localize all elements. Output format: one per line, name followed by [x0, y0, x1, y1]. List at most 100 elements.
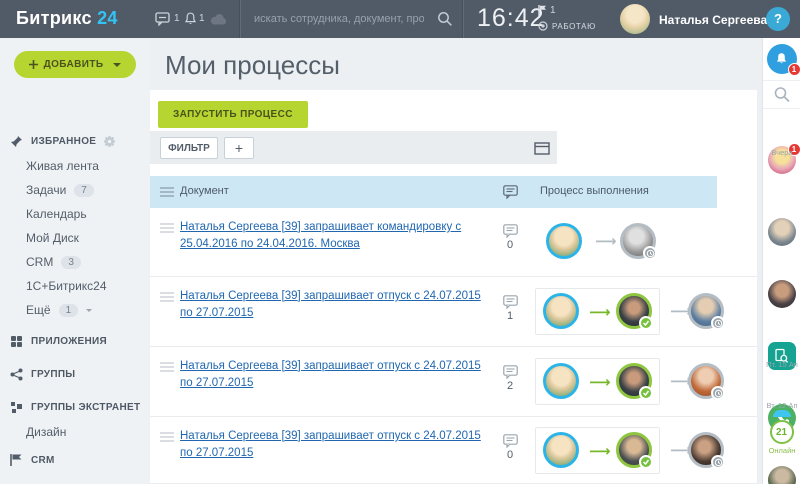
comment-count: 1: [507, 310, 513, 322]
comments-cell[interactable]: 2: [496, 365, 524, 392]
process-arrow-icon: ⟶: [595, 232, 617, 250]
grid-settings-icon[interactable]: [534, 142, 550, 155]
content-panel: ЗАПУСТИТЬ ПРОЦЕСС ФИЛЬТР + Документ Проц…: [150, 90, 757, 484]
item-label: Дизайн: [26, 425, 66, 439]
initiator-avatar[interactable]: [543, 363, 579, 399]
apps-header[interactable]: ПРИЛОЖЕНИЯ: [10, 335, 107, 348]
search-icon[interactable]: [437, 11, 453, 27]
status-label: РАБОТАЮ: [552, 22, 596, 31]
add-filter-button[interactable]: +: [224, 137, 254, 159]
recent-contact-avatar[interactable]: [768, 280, 796, 308]
pending-approver-avatar[interactable]: [688, 363, 724, 399]
crm-section-header[interactable]: CRM: [10, 454, 55, 466]
rail-label-friday: Пт. 15 Ап: [763, 360, 800, 369]
process-step-box: ⟶: [535, 288, 660, 335]
user-name[interactable]: Наталья Сергеева: [659, 13, 767, 27]
gear-icon[interactable]: [104, 136, 115, 147]
favorites-header[interactable]: ИЗБРАННОЕ: [10, 135, 115, 148]
topbar: Битрикс 24 1 1 16:42 1 РАБОТАЮ Наталья С…: [0, 0, 800, 38]
initiator-avatar[interactable]: [543, 293, 579, 329]
sidebar-item-live-feed[interactable]: Живая лента: [26, 159, 99, 173]
sidebar-item-crm[interactable]: CRM3: [26, 255, 81, 269]
comments-cell[interactable]: 0: [496, 434, 524, 461]
drag-handle-icon[interactable]: [160, 223, 174, 233]
left-sidebar: ДОБАВИТЬ ИЗБРАННОЕ Живая лента Задачи7 К…: [0, 38, 150, 484]
messenger-rail: 1 1 Вчера 24 Пт. 15 Ап Вт. 12 Ап 21 Онла…: [762, 38, 800, 484]
help-button[interactable]: ?: [766, 7, 790, 31]
document-link[interactable]: Наталья Сергеева [39] запрашивает отпуск…: [180, 428, 495, 461]
online-counter[interactable]: 21: [770, 420, 794, 444]
document-link[interactable]: Наталья Сергеева [39] запрашивает команд…: [180, 219, 495, 252]
more-count-badge: 1: [59, 304, 79, 317]
document-link[interactable]: Наталья Сергеева [39] запрашивает отпуск…: [180, 288, 495, 321]
pending-clock-badge: [643, 246, 657, 260]
online-count: 21: [776, 427, 787, 438]
scroll-hint-icon[interactable]: [773, 410, 791, 417]
online-label: Онлайн: [763, 446, 800, 455]
drag-handle-icon[interactable]: [160, 362, 174, 372]
comment-bubble-icon: [503, 365, 518, 379]
sidebar-item-1c-bitrix24[interactable]: 1С+Битрикс24: [26, 279, 107, 293]
initiator-avatar[interactable]: [543, 432, 579, 468]
drag-handle-icon[interactable]: [160, 292, 174, 302]
extranet-groups-header[interactable]: ГРУППЫ ЭКСТРАНЕТ: [10, 401, 140, 414]
groups-header[interactable]: ГРУППЫ: [10, 368, 75, 381]
initiator-avatar[interactable]: [546, 223, 582, 259]
item-label: 1С+Битрикс24: [26, 279, 107, 293]
drag-handle-icon[interactable]: [160, 432, 174, 442]
recent-contact-avatar[interactable]: [768, 218, 796, 246]
approved-avatar[interactable]: [616, 293, 652, 329]
approved-avatar[interactable]: [616, 363, 652, 399]
pending-approver-avatar[interactable]: [688, 293, 724, 329]
chat-icon[interactable]: [155, 12, 171, 26]
notifications-button[interactable]: 1: [767, 44, 797, 74]
sidebar-item-tasks[interactable]: Задачи7: [26, 183, 94, 197]
bitrix24-app: Битрикс 24 1 1 16:42 1 РАБОТАЮ Наталья С…: [0, 0, 800, 484]
item-label: Ещё: [26, 303, 51, 317]
notifications-badge: 1: [788, 63, 800, 76]
item-label: Живая лента: [26, 159, 99, 173]
bitrix-logo[interactable]: Битрикс 24: [16, 8, 118, 29]
drag-handle-icon[interactable]: [160, 187, 174, 197]
blocks-icon: [10, 401, 23, 414]
comments-cell[interactable]: 1: [496, 295, 524, 322]
contact-search-icon[interactable]: [773, 86, 790, 103]
recent-contact-avatar[interactable]: [768, 466, 796, 484]
comments-cell[interactable]: 0: [496, 224, 524, 251]
user-avatar[interactable]: [620, 4, 650, 34]
search-input[interactable]: [254, 9, 424, 29]
share-icon: [10, 368, 23, 381]
chevron-down-icon: [113, 63, 121, 67]
sidebar-item-my-disk[interactable]: Мой Диск: [26, 231, 79, 245]
approved-avatar[interactable]: [616, 432, 652, 468]
extranet-label: ГРУППЫ ЭКСТРАНЕТ: [31, 402, 140, 413]
topbar-divider: [240, 0, 241, 38]
column-document[interactable]: Документ: [180, 185, 229, 197]
cloud-icon[interactable]: [210, 14, 227, 25]
sidebar-item-more[interactable]: Ещё 1: [26, 303, 92, 317]
filter-button[interactable]: ФИЛЬТР: [160, 137, 218, 159]
comment-count: 0: [507, 239, 513, 251]
comments-column-icon[interactable]: [503, 185, 518, 199]
pin-icon: [10, 135, 23, 148]
pending-approver-avatar[interactable]: [620, 223, 656, 259]
approved-check-badge: [639, 316, 653, 330]
add-button[interactable]: ДОБАВИТЬ: [14, 51, 136, 78]
bell-icon: [775, 52, 788, 66]
workday-clock[interactable]: 16:42: [477, 4, 545, 33]
comment-bubble-icon: [503, 295, 518, 309]
add-filter-label: +: [235, 140, 243, 156]
notifications-count: 1: [199, 13, 205, 24]
page-title: Мои процессы: [165, 50, 340, 81]
sidebar-item-design[interactable]: Дизайн: [26, 425, 66, 439]
pending-approver-avatar[interactable]: [688, 432, 724, 468]
table-row: Наталья Сергеева [39] запрашивает отпуск…: [150, 347, 757, 417]
sidebar-item-calendar[interactable]: Календарь: [26, 207, 87, 221]
comment-bubble-icon: [503, 224, 518, 238]
flag-counter[interactable]: 1: [538, 5, 556, 16]
document-link[interactable]: Наталья Сергеева [39] запрашивает отпуск…: [180, 358, 495, 391]
notifications-bell-icon[interactable]: [184, 12, 197, 26]
column-process[interactable]: Процесс выполнения: [540, 185, 649, 197]
work-status[interactable]: РАБОТАЮ: [538, 21, 596, 31]
start-process-button[interactable]: ЗАПУСТИТЬ ПРОЦЕСС: [158, 101, 308, 128]
